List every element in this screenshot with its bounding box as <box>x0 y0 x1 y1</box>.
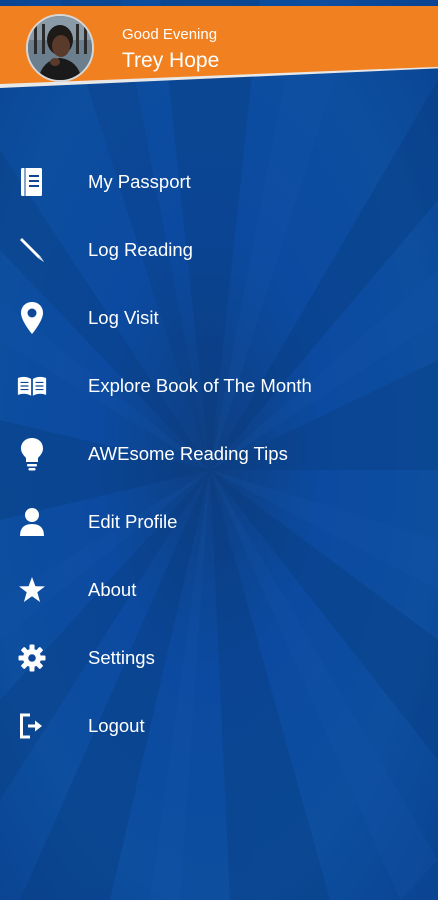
avatar-photo <box>28 16 92 80</box>
menu-label: About <box>88 579 137 600</box>
open-book-icon <box>17 371 47 401</box>
menu-label: Log Reading <box>88 239 193 260</box>
menu-label: Logout <box>88 715 145 736</box>
logout-icon <box>17 711 47 741</box>
menu-item-awesome-reading-tips[interactable]: AWEsome Reading Tips <box>0 420 438 488</box>
pencil-icon <box>17 235 47 265</box>
menu-item-log-visit[interactable]: Log Visit <box>0 284 438 352</box>
map-pin-icon <box>17 302 47 334</box>
passport-icon <box>17 167 47 197</box>
menu-item-logout[interactable]: Logout <box>0 692 438 760</box>
menu-label: Explore Book of The Month <box>88 375 312 396</box>
menu-label: My Passport <box>88 171 191 192</box>
gear-icon <box>17 643 47 673</box>
star-icon <box>17 575 47 605</box>
menu-label: Log Visit <box>88 307 159 328</box>
menu-label: Settings <box>88 647 155 668</box>
user-name: Trey Hope <box>122 49 220 72</box>
menu-item-my-passport[interactable]: My Passport <box>0 148 438 216</box>
lightbulb-icon <box>17 438 47 471</box>
menu-item-log-reading[interactable]: Log Reading <box>0 216 438 284</box>
menu-item-settings[interactable]: Settings <box>0 624 438 692</box>
menu-label: Edit Profile <box>88 511 178 532</box>
menu-item-about[interactable]: About <box>0 556 438 624</box>
avatar[interactable] <box>26 14 94 82</box>
menu-item-edit-profile[interactable]: Edit Profile <box>0 488 438 556</box>
person-icon <box>17 507 47 537</box>
menu-item-explore-book-of-the-month[interactable]: Explore Book of The Month <box>0 352 438 420</box>
greeting-text: Good Evening <box>122 26 218 43</box>
user-header: Good Evening Trey Hope <box>0 6 438 88</box>
menu-label: AWEsome Reading Tips <box>88 443 288 464</box>
drawer-menu: My Passport Log Reading Log Visit Explor… <box>0 148 438 760</box>
